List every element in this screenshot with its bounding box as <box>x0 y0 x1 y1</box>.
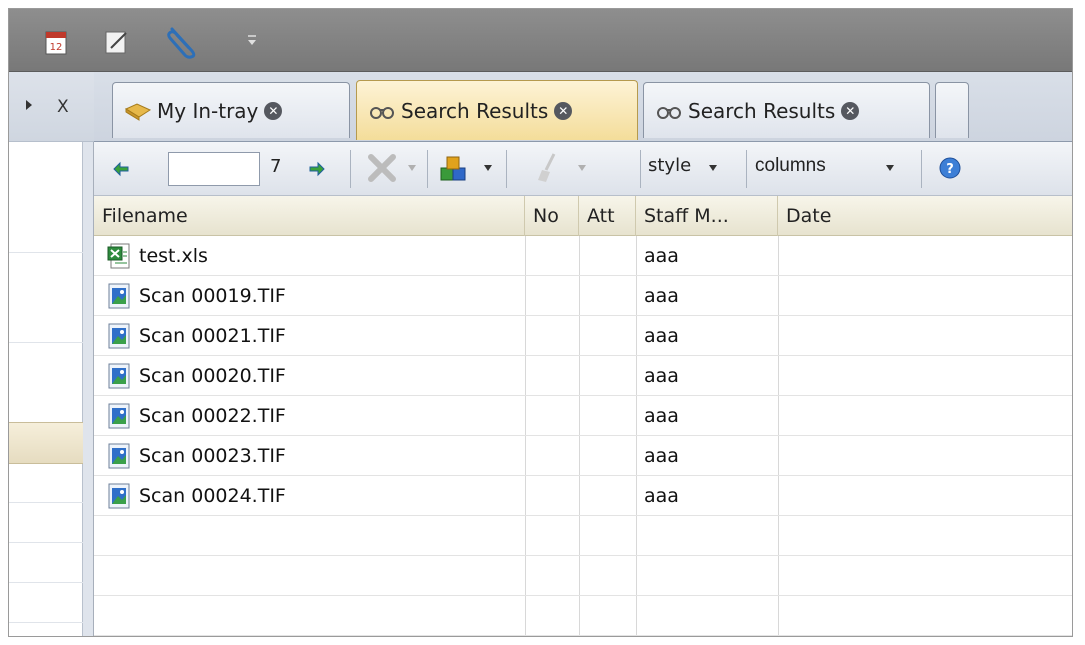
toolbar-separator <box>640 150 641 188</box>
cell-filename: test.xls <box>139 245 208 267</box>
cell-staff: aaa <box>644 245 679 267</box>
svg-text:?: ? <box>946 162 954 177</box>
tree-divider <box>9 622 83 623</box>
table-row[interactable]: Scan 00020.TIF aaa <box>94 356 1072 396</box>
cell-staff: aaa <box>644 365 679 387</box>
toolbar-separator <box>350 150 351 188</box>
in-tray-icon <box>124 102 152 121</box>
cell-filename: Scan 00021.TIF <box>139 325 286 347</box>
tree-divider <box>9 502 83 503</box>
cell-filename: Scan 00024.TIF <box>139 485 286 507</box>
application-window: 12 X My In-tray ✕ Search Results ✕ Searc… <box>8 8 1073 637</box>
cell-staff: aaa <box>644 445 679 467</box>
tree-divider <box>9 582 83 583</box>
delete-icon[interactable] <box>365 153 399 183</box>
columns-dropdown[interactable]: columns <box>755 155 826 177</box>
grid-header: Filename No Att Staff M... Date <box>94 196 1072 236</box>
toolbar-separator <box>427 150 428 188</box>
toolbar-separator <box>746 150 747 188</box>
style-dropdown[interactable]: style <box>648 155 691 176</box>
toolbar-separator <box>921 150 922 188</box>
next-page-icon[interactable] <box>308 159 326 177</box>
help-icon[interactable]: ? <box>939 157 961 179</box>
tab-label: Search Results <box>401 98 549 123</box>
empty-row <box>94 516 1072 556</box>
tab-my-in-tray[interactable]: My In-tray ✕ <box>112 82 350 138</box>
close-tab-icon[interactable]: ✕ <box>841 101 860 120</box>
svg-text:12: 12 <box>50 42 63 53</box>
cell-filename: Scan 00020.TIF <box>139 365 286 387</box>
navigation-pane: X <box>9 72 94 636</box>
note-icon[interactable] <box>105 29 129 55</box>
tree-divider <box>9 252 83 253</box>
cell-staff: aaa <box>644 405 679 427</box>
image-file-icon <box>108 323 130 349</box>
column-header-date[interactable]: Date <box>778 196 1072 236</box>
binoculars-icon <box>370 106 394 119</box>
image-file-icon <box>108 283 130 309</box>
tab-strip: My In-tray ✕ Search Results ✕ Search Res… <box>94 72 1072 142</box>
navigation-pane-header: X <box>9 72 94 142</box>
empty-row <box>94 596 1072 636</box>
empty-row <box>94 556 1072 596</box>
image-file-icon <box>108 363 130 389</box>
table-row[interactable]: Scan 00022.TIF aaa <box>94 396 1072 436</box>
page-number-input[interactable] <box>168 152 260 186</box>
column-header-att[interactable]: Att <box>579 196 636 236</box>
results-grid: Filename No Att Staff M... Date test.xls… <box>94 196 1072 636</box>
paperclip-icon[interactable] <box>164 23 202 59</box>
cell-filename: Scan 00023.TIF <box>139 445 286 467</box>
tab-label: My In-tray <box>157 98 259 123</box>
image-file-icon <box>108 483 130 509</box>
table-row[interactable]: Scan 00023.TIF aaa <box>94 436 1072 476</box>
tree-item-selected[interactable] <box>9 422 83 464</box>
tab-label: Search Results <box>688 98 836 123</box>
binoculars-icon <box>657 106 681 119</box>
tab-search-results[interactable]: Search Results ✕ <box>643 82 930 138</box>
excel-file-icon <box>107 243 130 269</box>
tree-divider <box>9 342 83 343</box>
chevron-down-icon[interactable] <box>709 165 717 171</box>
tree-divider <box>9 542 83 543</box>
column-header-staff[interactable]: Staff M... <box>636 196 778 236</box>
cell-staff: aaa <box>644 485 679 507</box>
cell-staff: aaa <box>644 325 679 347</box>
table-row[interactable]: Scan 00019.TIF aaa <box>94 276 1072 316</box>
navigation-tree <box>9 142 83 636</box>
results-toolbar: 7 style columns ? <box>94 142 1072 196</box>
tab-search-results-active[interactable]: Search Results ✕ <box>356 80 638 140</box>
table-row[interactable]: Scan 00021.TIF aaa <box>94 316 1072 356</box>
toolbar-separator <box>506 150 507 188</box>
image-file-icon <box>108 443 130 469</box>
calendar-icon[interactable]: 12 <box>45 29 67 55</box>
brush-icon[interactable] <box>534 152 560 184</box>
cell-filename: Scan 00022.TIF <box>139 405 286 427</box>
previous-page-icon[interactable] <box>112 159 130 177</box>
column-header-filename[interactable]: Filename <box>94 196 525 236</box>
close-pane-button[interactable]: X <box>57 97 69 117</box>
image-file-icon <box>108 403 130 429</box>
chevron-down-icon[interactable] <box>886 165 894 171</box>
close-tab-icon[interactable]: ✕ <box>554 101 573 120</box>
tab-new[interactable] <box>935 82 969 138</box>
table-row[interactable]: Scan 00024.TIF aaa <box>94 476 1072 516</box>
chevron-down-icon[interactable] <box>408 165 416 171</box>
table-row[interactable]: test.xls aaa <box>94 236 1072 276</box>
column-header-no[interactable]: No <box>525 196 579 236</box>
cell-staff: aaa <box>644 285 679 307</box>
main-area: My In-tray ✕ Search Results ✕ Search Res… <box>94 72 1072 636</box>
chevron-down-icon[interactable] <box>484 165 492 171</box>
customize-dropdown-icon[interactable] <box>247 33 257 47</box>
cell-filename: Scan 00019.TIF <box>139 285 286 307</box>
quick-access-toolbar: 12 <box>9 9 1072 72</box>
chevron-down-icon[interactable] <box>578 165 586 171</box>
page-count: 7 <box>270 156 282 177</box>
cubes-icon[interactable] <box>438 154 470 184</box>
close-tab-icon[interactable]: ✕ <box>264 101 283 120</box>
chevron-right-icon[interactable] <box>26 100 32 110</box>
